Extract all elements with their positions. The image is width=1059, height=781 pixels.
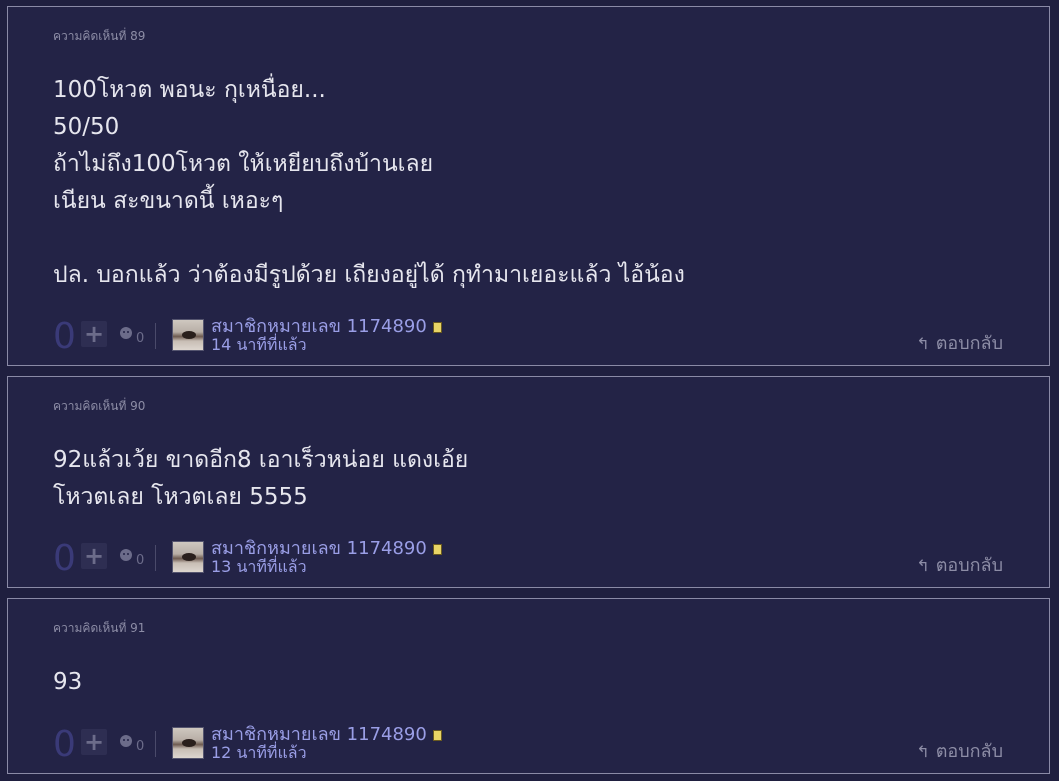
comment-card: ความคิดเห็นที่ 91 93 0 + 0 สมาชิกหมายเลข… — [7, 598, 1050, 774]
emotion-button[interactable]: 0 — [120, 549, 144, 568]
comment-card: ความคิดเห็นที่ 89 100โหวต พอนะ กุเหนื่อย… — [7, 6, 1050, 366]
reply-label: ตอบกลับ — [935, 741, 1003, 762]
comment-line: ถ้าไม่ถึง100โหวต ให้เหยียบถึงบ้านเลย — [53, 151, 434, 177]
reply-button[interactable]: ↰ ตอบกลับ — [916, 550, 1003, 579]
reply-label: ตอบกลับ — [935, 555, 1003, 576]
username-text: สมาชิกหมายเลข 1174890 — [211, 538, 427, 559]
username-text: สมาชิกหมายเลข 1174890 — [211, 724, 427, 745]
comment-line: เนียน สะขนาดนี้ เหอะๆ — [53, 188, 284, 214]
vote-plus-button[interactable]: + — [81, 729, 107, 755]
timestamp: 13 นาทีที่แล้ว — [211, 557, 307, 576]
emotion-button[interactable]: 0 — [120, 735, 144, 754]
timestamp: 12 นาทีที่แล้ว — [211, 743, 307, 762]
emotion-count: 0 — [136, 553, 145, 568]
divider — [155, 323, 156, 349]
comment-number: ความคิดเห็นที่ 91 — [53, 621, 146, 635]
comment-line: โหวตเลย โหวตเลย 5555 — [53, 484, 308, 510]
divider — [155, 731, 156, 757]
username-link[interactable]: สมาชิกหมายเลข 1174890 — [211, 317, 442, 337]
username-link[interactable]: สมาชิกหมายเลข 1174890 — [211, 539, 442, 559]
vote-plus-button[interactable]: + — [81, 543, 107, 569]
avatar[interactable] — [172, 727, 204, 759]
comment-line: 100โหวต พอนะ กุเหนื่อย... — [53, 77, 326, 103]
comment-footer: 0 + 0 สมาชิกหมายเลข 1174890 14 นาทีที่แล… — [53, 317, 1049, 357]
comment-line: 93 — [53, 669, 83, 695]
divider — [155, 545, 156, 571]
comment-body: 100โหวต พอนะ กุเหนื่อย... 50/50 ถ้าไม่ถึ… — [53, 72, 685, 294]
reply-arrow-icon: ↰ — [916, 742, 930, 761]
emotion-count: 0 — [136, 739, 145, 754]
comment-line: ปล. บอกแล้ว ว่าต้องมีรูปด้วย เถียงอยู่ได… — [53, 262, 685, 288]
vote-plus-button[interactable]: + — [81, 321, 107, 347]
emotion-face-icon — [120, 549, 132, 561]
member-badge-icon — [432, 322, 442, 333]
reply-arrow-icon: ↰ — [916, 334, 930, 353]
comment-body: 92แล้วเว้ย ขาดอีก8 เอาเร็วหน่อย แดงเอ้ย … — [53, 442, 468, 516]
reply-label: ตอบกลับ — [935, 333, 1003, 354]
username-text: สมาชิกหมายเลข 1174890 — [211, 316, 427, 337]
plus-icon: + — [83, 728, 105, 756]
plus-icon: + — [83, 542, 105, 570]
comment-number: ความคิดเห็นที่ 89 — [53, 29, 146, 43]
comment-body: 93 — [53, 664, 82, 701]
reply-arrow-icon: ↰ — [916, 556, 930, 575]
comment-line: 50/50 — [53, 114, 120, 140]
avatar[interactable] — [172, 541, 204, 573]
comment-line — [53, 220, 685, 257]
vote-count: 0 — [53, 538, 76, 579]
comment-line: 92แล้วเว้ย ขาดอีก8 เอาเร็วหน่อย แดงเอ้ย — [53, 447, 469, 473]
comment-footer: 0 + 0 สมาชิกหมายเลข 1174890 12 นาทีที่แล… — [53, 725, 1049, 765]
reply-button[interactable]: ↰ ตอบกลับ — [916, 328, 1003, 357]
vote-count: 0 — [53, 724, 76, 765]
comment-footer: 0 + 0 สมาชิกหมายเลข 1174890 13 นาทีที่แล… — [53, 539, 1049, 579]
emotion-face-icon — [120, 327, 132, 339]
member-badge-icon — [432, 544, 442, 555]
emotion-count: 0 — [136, 331, 145, 346]
emotion-face-icon — [120, 735, 132, 747]
member-badge-icon — [432, 730, 442, 741]
plus-icon: + — [83, 320, 105, 348]
comment-card: ความคิดเห็นที่ 90 92แล้วเว้ย ขาดอีก8 เอา… — [7, 376, 1050, 588]
avatar[interactable] — [172, 319, 204, 351]
reply-button[interactable]: ↰ ตอบกลับ — [916, 736, 1003, 765]
emotion-button[interactable]: 0 — [120, 327, 144, 346]
comment-number: ความคิดเห็นที่ 90 — [53, 399, 146, 413]
vote-count: 0 — [53, 316, 76, 357]
username-link[interactable]: สมาชิกหมายเลข 1174890 — [211, 725, 442, 745]
timestamp: 14 นาทีที่แล้ว — [211, 335, 307, 354]
